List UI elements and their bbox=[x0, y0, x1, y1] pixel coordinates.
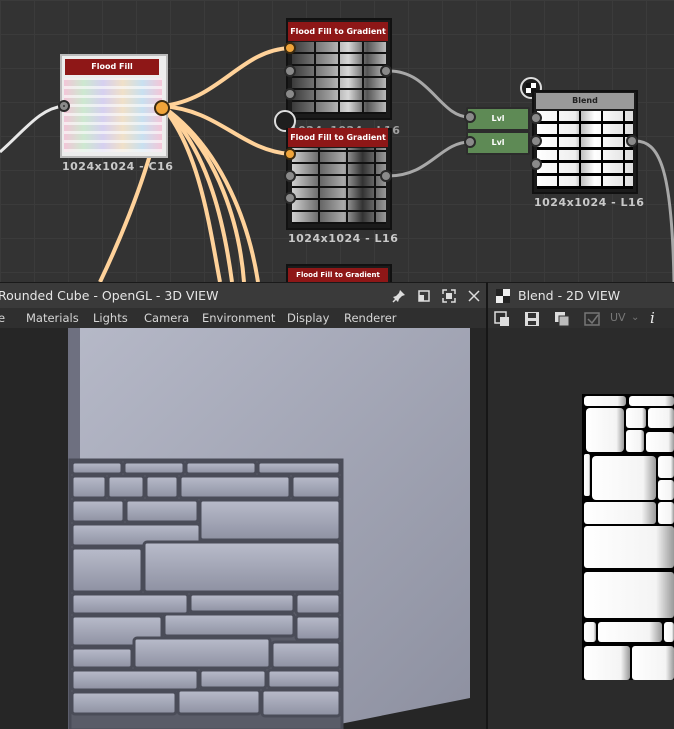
pin-icon[interactable] bbox=[392, 289, 406, 303]
view3d-viewport[interactable] bbox=[0, 328, 486, 729]
gradient-node-2-input-b[interactable] bbox=[284, 170, 296, 182]
node-graph[interactable]: Flood Fill 1024x1024 - C16 Flood Fill to… bbox=[0, 0, 674, 282]
gradient-node-2-output[interactable] bbox=[380, 170, 392, 182]
gradient-node-3-title: Flood Fill to Gradient bbox=[288, 268, 388, 282]
checker-icon bbox=[496, 289, 510, 303]
float-icon[interactable] bbox=[418, 290, 430, 302]
flood-fill-preview bbox=[64, 78, 162, 152]
gradient-node-2-input-c[interactable] bbox=[284, 192, 296, 204]
levels-2-input[interactable] bbox=[464, 136, 476, 148]
menu-display[interactable]: Display bbox=[287, 308, 329, 328]
menu-lights[interactable]: Lights bbox=[93, 308, 128, 328]
info-icon[interactable]: i bbox=[650, 308, 655, 328]
blend-texture-preview bbox=[582, 394, 674, 680]
maximize-icon[interactable] bbox=[442, 289, 456, 303]
blend-input-b[interactable] bbox=[530, 135, 542, 147]
export-icon[interactable] bbox=[494, 311, 510, 327]
flood-fill-title: Flood Fill bbox=[65, 59, 159, 75]
flood-fill-output-port[interactable] bbox=[154, 100, 170, 116]
gradient-node-2-title: Flood Fill to Gradient bbox=[288, 128, 388, 147]
gradient-node-1-preview bbox=[292, 42, 386, 114]
gradient-node-1[interactable]: Flood Fill to Gradient 1024x1024 - L16 bbox=[284, 18, 400, 140]
gradient-node-1-output[interactable] bbox=[380, 65, 392, 77]
blend-node[interactable]: Blend 1024x1024 - L16 bbox=[530, 90, 645, 214]
blend-preview bbox=[537, 111, 633, 189]
blend-output[interactable] bbox=[626, 135, 638, 147]
gradient-node-1-input-c[interactable] bbox=[284, 88, 296, 100]
menu-camera[interactable]: Camera bbox=[144, 308, 189, 328]
view3d-title: Rounded Cube - OpenGL - 3D VIEW bbox=[0, 288, 219, 303]
levels-1-input[interactable] bbox=[464, 111, 476, 123]
uv-dropdown[interactable]: UV bbox=[610, 308, 626, 328]
gradient-node-1-input-b[interactable] bbox=[284, 65, 296, 77]
copy-icon[interactable] bbox=[554, 311, 570, 327]
menu-materials[interactable]: Materials bbox=[26, 308, 79, 328]
view2d-viewport[interactable] bbox=[488, 328, 674, 729]
close-icon[interactable] bbox=[468, 290, 480, 302]
flood-fill-node[interactable]: Flood Fill 1024x1024 - C16 bbox=[58, 54, 173, 178]
blend-node-title: Blend bbox=[536, 93, 634, 109]
flood-fill-input-port[interactable] bbox=[58, 100, 70, 112]
menu-renderer[interactable]: Renderer bbox=[344, 308, 397, 328]
blend-input-a[interactable] bbox=[530, 112, 542, 124]
gradient-node-2[interactable]: Flood Fill to Gradient 1024x1024 - L16 bbox=[284, 128, 398, 250]
menu-environment[interactable]: Environment bbox=[202, 308, 275, 328]
gradient-node-3[interactable]: Flood Fill to Gradient bbox=[286, 264, 394, 282]
save-icon[interactable] bbox=[524, 311, 540, 327]
gradient-node-2-preview bbox=[292, 148, 386, 224]
menu-edit[interactable]: e bbox=[0, 308, 5, 328]
gradient-node-2-resolution: 1024x1024 - L16 bbox=[288, 232, 399, 245]
gradient-node-1-input-a[interactable] bbox=[284, 42, 296, 54]
view2d-header: Blend - 2D VIEW bbox=[488, 282, 674, 309]
gradient-node-2-input-a[interactable] bbox=[284, 148, 296, 160]
blend-input-c[interactable] bbox=[530, 158, 542, 170]
gradient-node-1-title: Flood Fill to Gradient bbox=[288, 22, 388, 41]
view2d-title: Blend - 2D VIEW bbox=[518, 288, 621, 303]
view3d-menubar: e Materials Lights Camera Environment Di… bbox=[0, 308, 486, 329]
rounded-cube-render bbox=[68, 328, 470, 729]
blend-resolution: 1024x1024 - L16 bbox=[534, 196, 645, 209]
flood-fill-resolution: 1024x1024 - C16 bbox=[62, 160, 174, 173]
view3d-header: Rounded Cube - OpenGL - 3D VIEW bbox=[0, 282, 486, 309]
uv-icon[interactable] bbox=[584, 311, 602, 327]
chevron-down-icon[interactable]: ⌄ bbox=[631, 308, 639, 328]
